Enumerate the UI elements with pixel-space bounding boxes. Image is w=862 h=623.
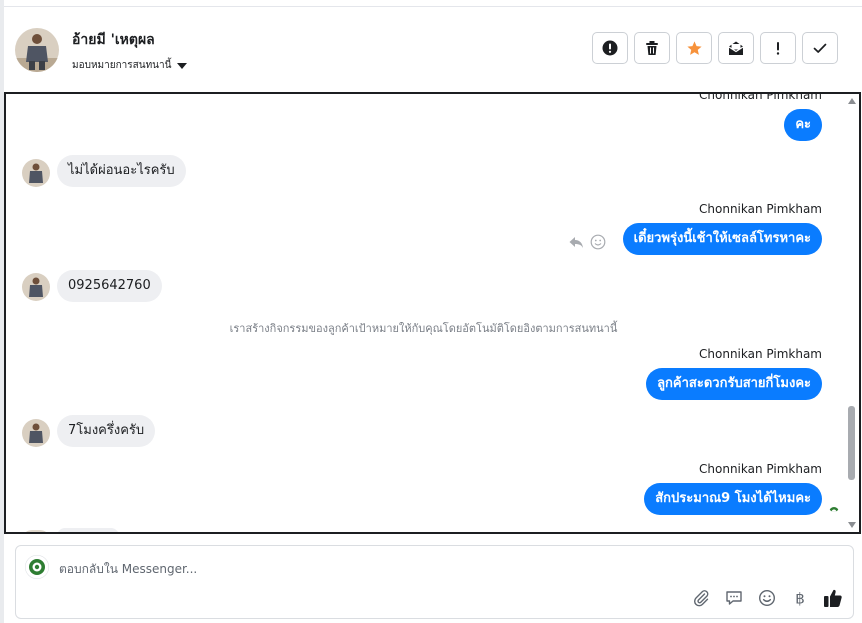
saved-replies-button[interactable] [724, 588, 744, 608]
contact-avatar-small [22, 419, 50, 447]
seen-indicator-icon [829, 502, 839, 512]
outgoing-message[interactable]: สักประมาณ9 โมงได้ไหมคะ [644, 483, 822, 515]
scroll-up-arrow-icon[interactable] [848, 98, 856, 104]
trash-icon [646, 41, 658, 55]
mark-unread-button[interactable] [718, 32, 754, 64]
system-notice: เราสร้างกิจกรรมของลูกค้าเป้าหมายให้กับคุ… [229, 322, 618, 335]
emoji-button[interactable] [757, 588, 777, 608]
outgoing-message[interactable]: เดี๋ยวพรุ่งนี้เช้าให้เซลล์โทรหาคะ [622, 223, 822, 255]
contact-avatar-small [22, 273, 50, 301]
sender-name: Chonnikan Pimkham [699, 92, 822, 102]
reply-composer: ตอบกลับใน Messenger... ฿ [15, 545, 854, 619]
star-icon [686, 40, 702, 55]
conversation-header: อ้ายมี 'เหตุผล มอบหมายการสนทนานี้ [4, 8, 862, 92]
mark-done-button[interactable] [802, 32, 838, 64]
scroll-down-arrow-icon[interactable] [848, 522, 856, 528]
attach-button[interactable] [691, 588, 711, 608]
incoming-message-partial [57, 528, 119, 532]
exclamation-icon [776, 42, 780, 55]
sender-name: Chonnikan Pimkham [699, 347, 822, 361]
follow-up-button[interactable] [760, 32, 796, 64]
message-hover-actions [568, 234, 606, 250]
baht-icon: ฿ [795, 590, 805, 608]
incoming-message[interactable]: ไม่ได้ผ่อนอะไรครับ [57, 155, 186, 187]
caret-down-icon [177, 63, 188, 69]
incoming-message[interactable]: 7โมงครึ่งครับ [57, 415, 156, 447]
sender-name: Chonnikan Pimkham [699, 202, 822, 216]
emoji-icon [758, 589, 776, 607]
incoming-message[interactable]: 0925642760 [57, 270, 162, 302]
thread-scrollbar[interactable] [845, 94, 859, 532]
composer-toolbar: ฿ [691, 588, 843, 608]
mark-spam-button[interactable] [592, 32, 628, 64]
react-emoji-icon[interactable] [590, 234, 606, 250]
top-divider [4, 6, 862, 7]
alert-circle-icon [602, 40, 618, 56]
outgoing-message[interactable]: คะ [784, 109, 822, 141]
paperclip-icon [693, 590, 709, 607]
contact-avatar-small [22, 159, 50, 187]
assign-label: มอบหมายการสนทนานี้ [72, 60, 172, 71]
scrollbar-thumb[interactable] [848, 406, 855, 480]
contact-name[interactable]: อ้ายมี 'เหตุผล [72, 29, 155, 51]
reply-input[interactable]: ตอบกลับใน Messenger... [59, 560, 197, 579]
page-avatar [25, 555, 49, 579]
like-button[interactable] [823, 588, 843, 608]
check-icon [813, 43, 827, 53]
outgoing-message[interactable]: ลูกค้าสะดวกรับสายกี่โมงคะ [646, 368, 822, 400]
saved-reply-icon [726, 591, 742, 605]
thumbs-up-icon [824, 589, 842, 607]
reply-icon[interactable] [568, 234, 584, 250]
delete-button[interactable] [634, 32, 670, 64]
contact-avatar[interactable] [15, 28, 59, 72]
sender-name: Chonnikan Pimkham [699, 462, 822, 476]
header-actions [592, 32, 838, 64]
star-button[interactable] [676, 32, 712, 64]
message-thread[interactable]: Chonnikan Pimkham คะ ไม่ได้ผ่อนอะไรครับ … [4, 92, 861, 534]
payment-button[interactable]: ฿ [790, 588, 810, 608]
svg-text:฿: ฿ [795, 590, 805, 608]
mail-open-icon [728, 41, 744, 55]
assign-conversation-dropdown[interactable]: มอบหมายการสนทนานี้ [72, 58, 188, 73]
contact-avatar-small [22, 530, 50, 532]
